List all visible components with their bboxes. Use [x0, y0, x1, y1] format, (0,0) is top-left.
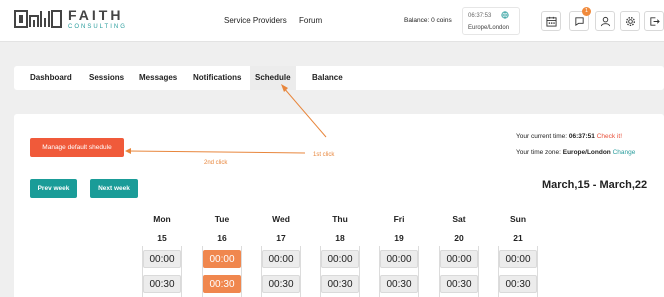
settings-button[interactable]: [620, 11, 640, 31]
timezone-line: Your time zone: Europe/London Change: [516, 149, 636, 156]
day-date: 21: [513, 233, 523, 243]
day-date: 20: [454, 233, 464, 243]
globe-icon: [501, 11, 509, 19]
time-slot[interactable]: 00:30: [262, 275, 300, 293]
tab-balance[interactable]: Balance: [307, 66, 348, 90]
day-column: 00:00 00:30: [142, 246, 182, 297]
day-date: 17: [276, 233, 286, 243]
nav-forum[interactable]: Forum: [299, 16, 322, 25]
brand-subtitle: CONSULTING: [68, 24, 127, 30]
date-range: March,15 - March,22: [542, 179, 648, 191]
time-slot[interactable]: 00:30: [499, 275, 537, 293]
timezone-value: Europe/London: [562, 149, 611, 156]
current-time-line: Your current time: 06:37:51 Check it!: [516, 133, 623, 140]
current-time-value: 06:37:51: [568, 133, 595, 140]
day-name: Mon: [153, 214, 171, 224]
user-icon: [600, 16, 610, 26]
manage-default-schedule-button[interactable]: Manage default shedule: [30, 138, 124, 157]
tab-bar: Dashboard Sessions Messages Notification…: [14, 66, 664, 90]
tab-messages[interactable]: Messages: [134, 66, 182, 90]
change-timezone-link[interactable]: Change: [613, 149, 636, 156]
balance-text: Balance: 0 coins: [404, 17, 452, 24]
day-name: Wed: [272, 214, 290, 224]
day-column: 00:00 00:30: [320, 246, 360, 297]
time-slot[interactable]: 00:00: [262, 250, 300, 268]
day-date: 19: [394, 233, 404, 243]
tab-schedule[interactable]: Schedule: [250, 66, 296, 90]
day-name: Sun: [509, 214, 527, 224]
next-week-button[interactable]: Next week: [90, 179, 138, 198]
logout-icon: [649, 16, 660, 26]
time-slot[interactable]: 00:00: [143, 250, 181, 268]
day-name: Fri: [393, 214, 405, 224]
day-column: 00:00 00:30: [498, 246, 538, 297]
prev-week-button[interactable]: Prev week: [30, 179, 77, 198]
day-date: 16: [217, 233, 227, 243]
day-date: 18: [335, 233, 345, 243]
calendar-icon: [545, 16, 557, 27]
time-slot[interactable]: 00:00: [321, 250, 359, 268]
logout-button[interactable]: [644, 11, 664, 31]
brand-name: FAITH: [68, 7, 124, 23]
day-name: Thu: [332, 214, 348, 224]
time-slot[interactable]: 00:30: [440, 275, 478, 293]
chat-icon: [574, 16, 584, 26]
time-slot[interactable]: 00:30: [380, 275, 418, 293]
time-slot[interactable]: 00:00: [380, 250, 418, 268]
logo[interactable]: FAITH CONSULTING: [14, 8, 127, 30]
day-date: 15: [157, 233, 167, 243]
day-name: Sat: [452, 214, 466, 224]
day-column: 00:00 00:30: [202, 246, 242, 297]
annotation-first-click: 1st click: [313, 152, 335, 158]
annotation-second-click: 2nd click: [204, 160, 228, 166]
time-slot[interactable]: 00:00: [440, 250, 478, 268]
clock-timezone: Europe/London: [468, 25, 510, 31]
logo-mark-icon: [14, 10, 62, 28]
time-slot[interactable]: 00:00: [499, 250, 537, 268]
calendar-button[interactable]: [541, 11, 561, 31]
tab-sessions[interactable]: Sessions: [84, 66, 129, 90]
tab-notifications[interactable]: Notifications: [188, 66, 246, 90]
time-slot[interactable]: 00:30: [321, 275, 359, 293]
notification-badge: 1: [582, 7, 591, 16]
time-slot[interactable]: 00:00: [203, 250, 241, 268]
profile-button[interactable]: [595, 11, 615, 31]
day-name: Tue: [214, 214, 230, 224]
day-column: 00:00 00:30: [261, 246, 301, 297]
gear-icon: [625, 16, 635, 26]
time-slot[interactable]: 00:30: [203, 275, 241, 293]
clock-box[interactable]: 06:37:53 Europe/London: [462, 7, 520, 35]
time-slot[interactable]: 00:30: [143, 275, 181, 293]
check-it-link[interactable]: Check it!: [597, 133, 622, 140]
clock-time: 06:37:53: [468, 13, 492, 19]
day-column: 00:00 00:30: [379, 246, 419, 297]
tab-dashboard[interactable]: Dashboard: [25, 66, 77, 90]
top-bar: FAITH CONSULTING Service Providers Forum…: [0, 0, 664, 42]
nav-service-providers[interactable]: Service Providers: [224, 16, 287, 25]
day-column: 00:00 00:30: [439, 246, 479, 297]
